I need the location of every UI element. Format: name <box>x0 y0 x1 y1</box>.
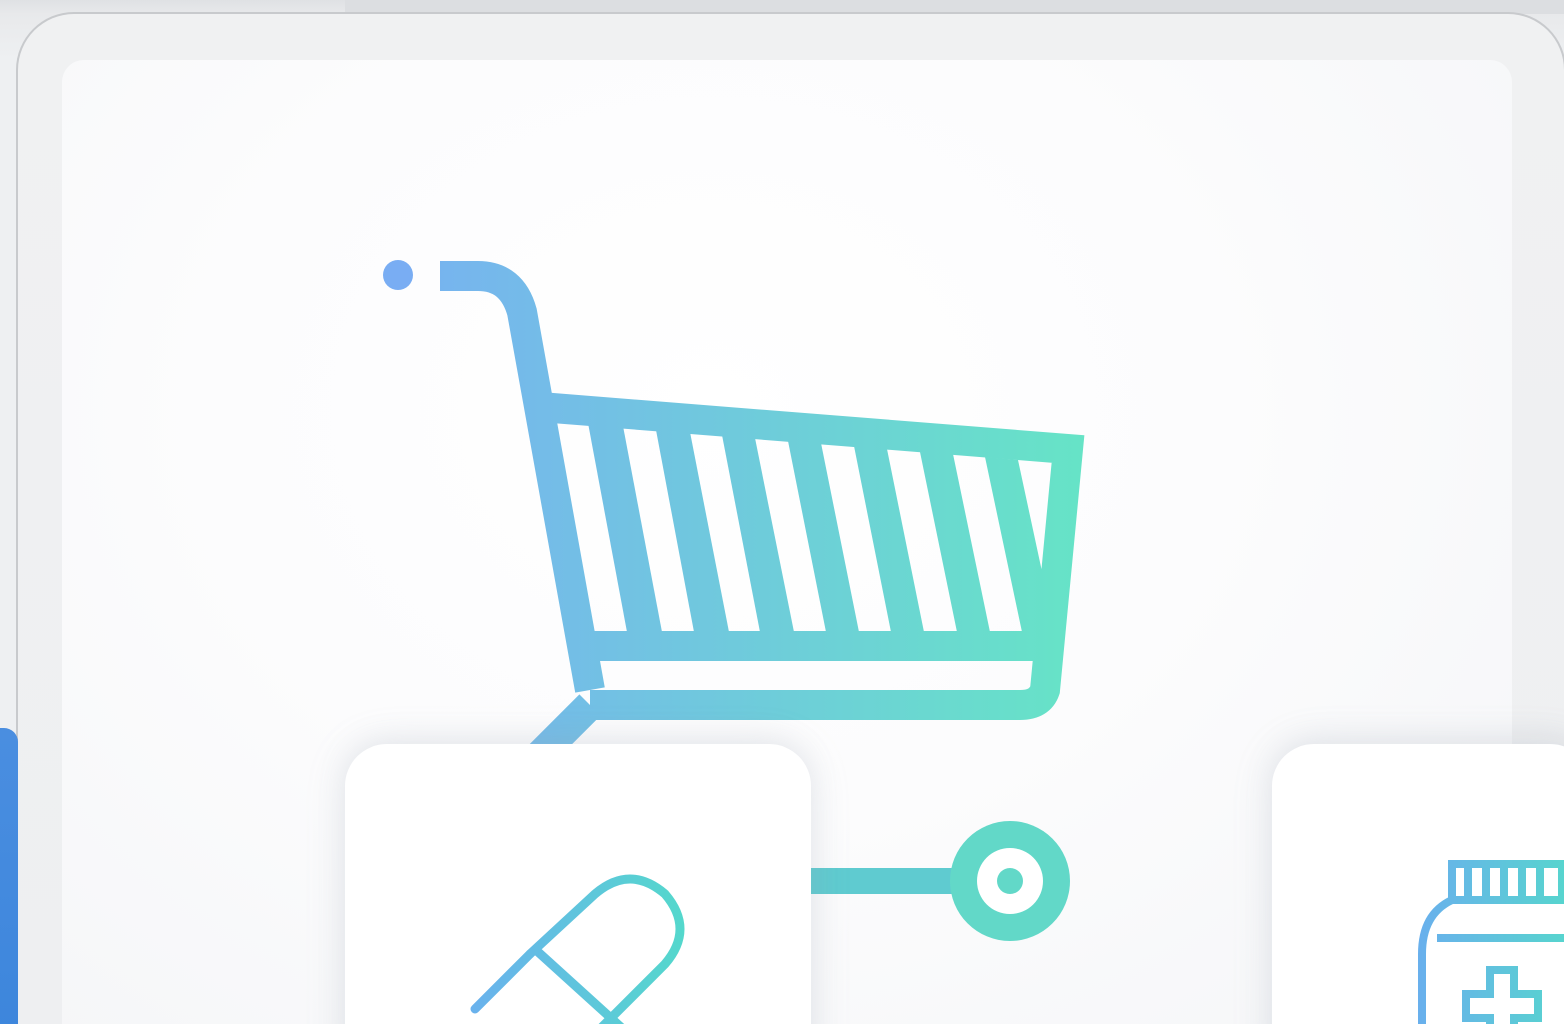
pill-card[interactable] <box>345 744 811 1024</box>
medicine-bottle-icon <box>1418 860 1564 1024</box>
illustration-stage <box>0 0 1564 1024</box>
medicine-card[interactable] <box>1272 744 1564 1024</box>
pill-capsule-icon <box>470 874 685 1024</box>
cart-handle-dot <box>383 260 413 290</box>
